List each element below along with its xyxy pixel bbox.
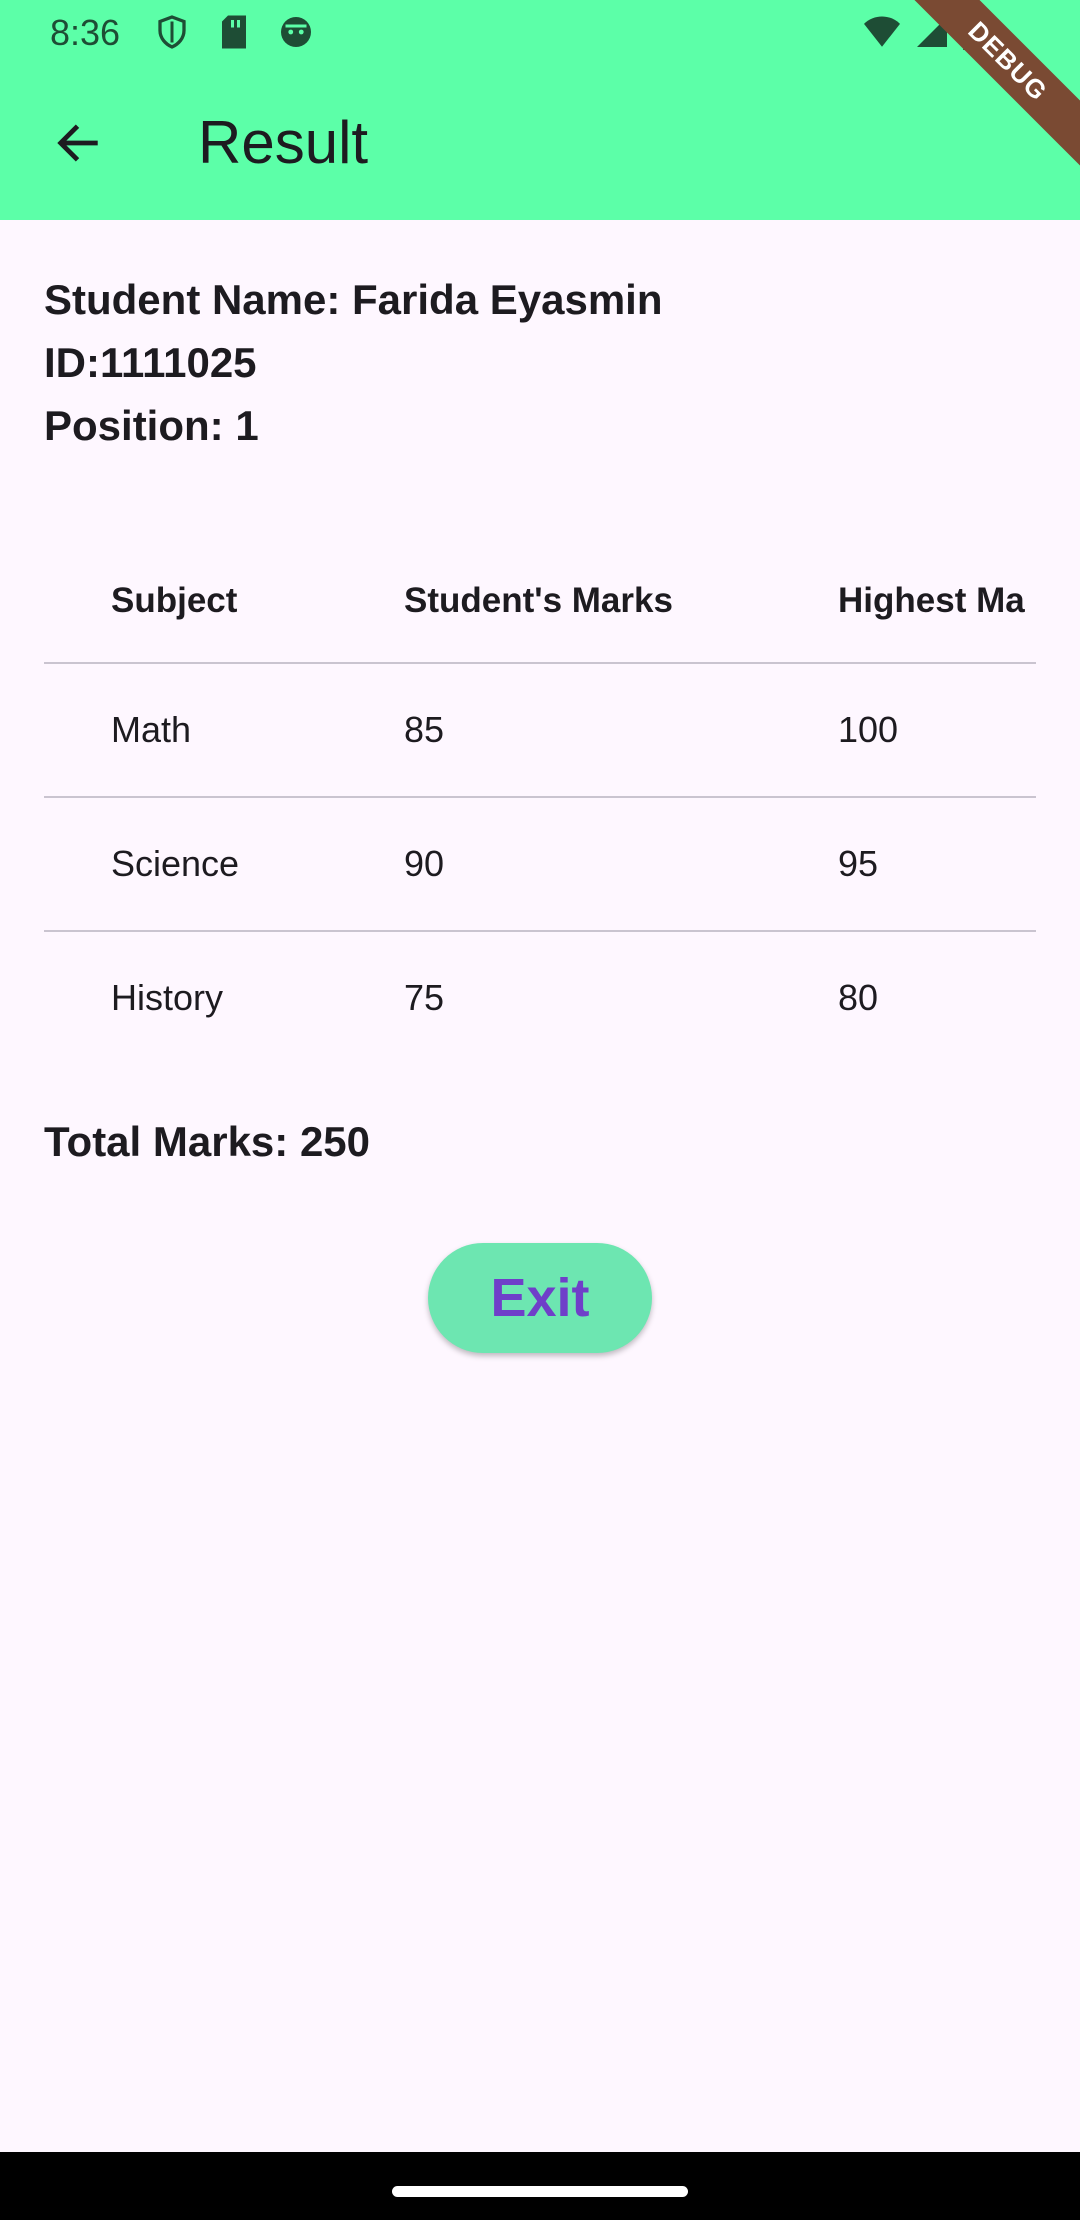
student-position: Position: 1: [44, 402, 259, 449]
cell-highest-marks: 100: [838, 709, 899, 750]
total-marks: Total Marks: 250: [44, 1118, 371, 1165]
wifi-icon: [862, 14, 902, 55]
student-id: ID:1111025: [44, 339, 257, 386]
header-student-marks: Student's Marks: [404, 581, 673, 620]
android-face-icon: [278, 14, 314, 55]
table-row: History 75 80: [44, 932, 1036, 1064]
cell-subject: Math: [111, 709, 192, 750]
status-time: 8:36: [50, 12, 121, 53]
cell-highest-marks: 95: [838, 843, 879, 884]
home-gesture-handle[interactable]: [392, 2186, 688, 2197]
exit-button[interactable]: Exit: [428, 1243, 652, 1353]
cell-subject: Science: [111, 843, 240, 884]
shield-icon: [154, 14, 190, 55]
header-highest-marks: Highest Ma: [838, 581, 1025, 620]
table-row: Math 85 100: [44, 664, 1036, 798]
cell-student-marks: 75: [404, 977, 445, 1018]
sd-card-icon: [218, 14, 250, 55]
student-name: Student Name: Farida Eyasmin: [44, 276, 663, 323]
cell-student-marks: 90: [404, 843, 445, 884]
app-bar: 8:36 Result DEBUG: [0, 0, 1080, 220]
student-info: Student Name: Farida Eyasmin ID:1111025 …: [44, 268, 663, 457]
cell-subject: History: [111, 977, 224, 1018]
arrow-left-icon: [52, 117, 104, 174]
page-title: Result: [198, 109, 369, 176]
cell-student-marks: 85: [404, 709, 445, 750]
table-header-row: Subject Student's Marks Highest Ma: [44, 540, 1036, 664]
header-subject: Subject: [111, 581, 238, 620]
back-button[interactable]: [38, 105, 118, 185]
marks-table: Subject Student's Marks Highest Ma Math …: [44, 540, 1036, 1064]
table-row: Science 90 95: [44, 798, 1036, 932]
status-icons-left: [154, 14, 314, 55]
cell-highest-marks: 80: [838, 977, 879, 1018]
